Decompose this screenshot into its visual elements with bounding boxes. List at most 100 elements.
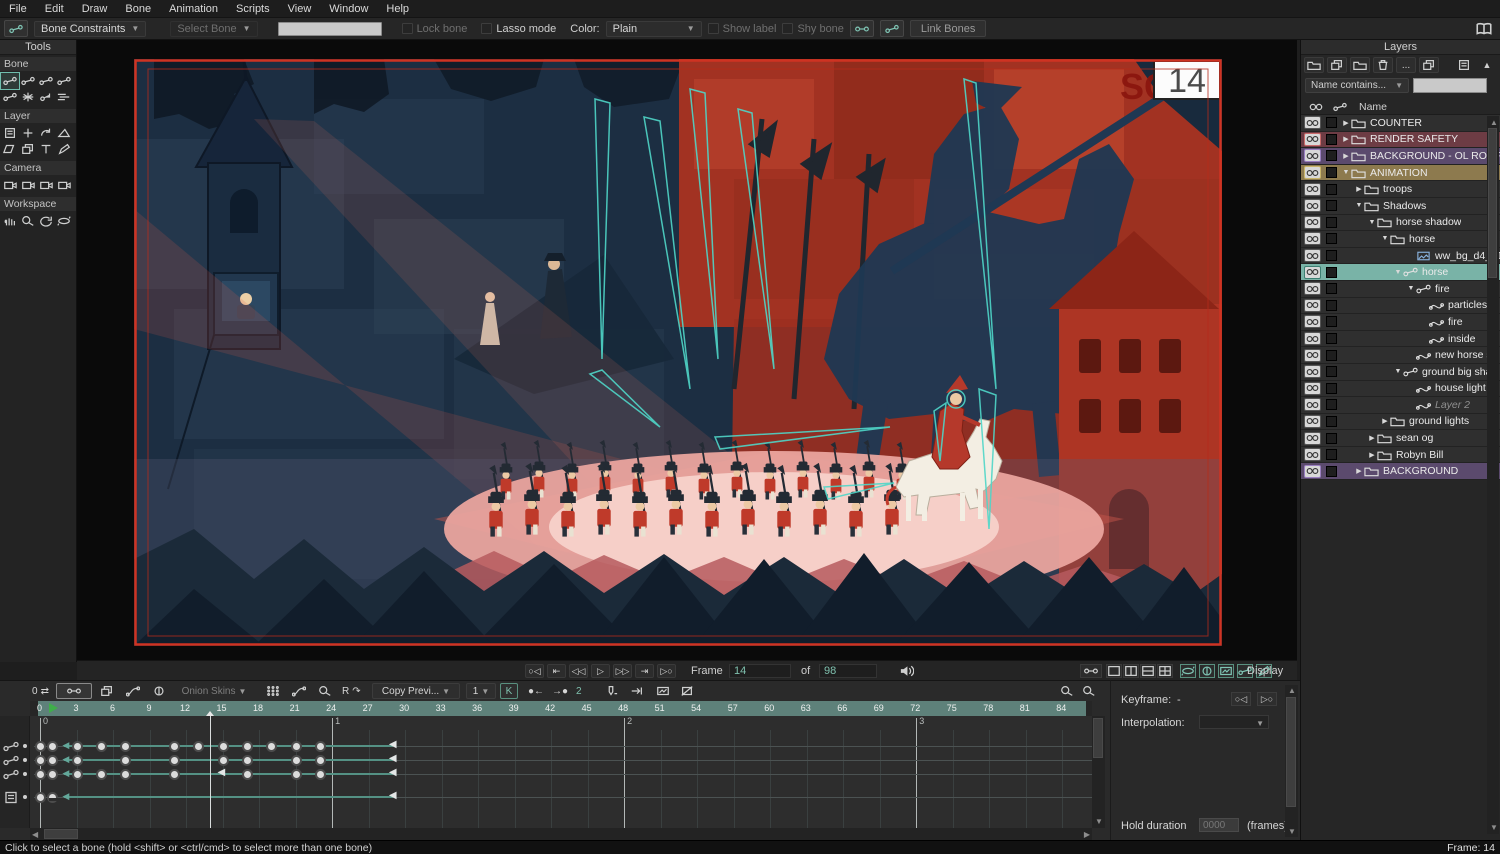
- keyframe-dot[interactable]: [291, 741, 302, 752]
- bone-color-dropdown[interactable]: Plain▼: [606, 21, 702, 37]
- layer-row-animation[interactable]: ▼ANIMATION: [1301, 165, 1500, 182]
- layer-checkbox[interactable]: [1326, 117, 1337, 128]
- visibility-toggle[interactable]: [1304, 166, 1321, 179]
- keyframe-dot[interactable]: [35, 792, 46, 803]
- visibility-toggle[interactable]: [1304, 382, 1321, 395]
- layer-row-house-light[interactable]: house light: [1301, 381, 1500, 398]
- single-view-button[interactable]: [1106, 664, 1122, 678]
- layer-checkbox[interactable]: [1326, 399, 1337, 410]
- step-forward-button[interactable]: ▷▷: [613, 664, 632, 678]
- visibility-toggle[interactable]: [1304, 448, 1321, 461]
- layer-row-robyn-bill[interactable]: ▶Robyn Bill: [1301, 447, 1500, 464]
- go-to-start-button[interactable]: ⇤: [547, 664, 566, 678]
- add-marker-button[interactable]: [600, 683, 622, 699]
- new-group-button[interactable]: [1350, 57, 1370, 73]
- timeline-v-scrollbar[interactable]: ▼: [1092, 716, 1105, 828]
- keypanel-v-scrollbar[interactable]: ▲ ▼: [1285, 685, 1298, 837]
- layer-row-ground-big-shap[interactable]: ▼ground big shap: [1301, 364, 1500, 381]
- track-icon-bone-rotation[interactable]: [3, 754, 19, 767]
- layer-row-shadows[interactable]: ▼Shadows: [1301, 198, 1500, 215]
- timeline-channels-tab[interactable]: [56, 683, 92, 699]
- expand-arrow[interactable]: ▶: [1341, 135, 1351, 143]
- next-key-nav-button[interactable]: ▷○: [1257, 692, 1277, 706]
- keyframe-dot[interactable]: [291, 769, 302, 780]
- go-to-end-button[interactable]: ⇥: [635, 664, 654, 678]
- keyframe-dot[interactable]: [35, 755, 46, 766]
- keyframe-dot[interactable]: [96, 741, 107, 752]
- layer-checkbox[interactable]: [1326, 333, 1337, 344]
- layer-checkbox[interactable]: [1326, 150, 1337, 161]
- key-tool-button[interactable]: [314, 683, 336, 699]
- layer-checkbox[interactable]: [1326, 167, 1337, 178]
- flip-bone-v-button[interactable]: [880, 20, 904, 37]
- timeline-ruler[interactable]: 0369121518212427303336394245485154576063…: [30, 701, 1092, 716]
- layer-row-troops[interactable]: ▶troops: [1301, 181, 1500, 198]
- keyframe-dot[interactable]: [193, 741, 204, 752]
- scroll-left-arrow[interactable]: ◀: [32, 830, 38, 839]
- lasso-mode-checkbox[interactable]: Lasso mode: [481, 23, 556, 35]
- zoom-out-timeline-button[interactable]: [1056, 683, 1078, 699]
- visibility-toggle[interactable]: [1304, 315, 1321, 328]
- span-end-arrow[interactable]: ◀: [389, 753, 397, 764]
- reparent-bone-tool[interactable]: [55, 73, 73, 89]
- bind-layer-tool[interactable]: [1, 89, 19, 105]
- menu-bone[interactable]: Bone: [116, 0, 160, 18]
- visibility-toggle[interactable]: [1304, 299, 1321, 312]
- quad-view-button[interactable]: [1157, 664, 1173, 678]
- reset-frame-zero-button[interactable]: 0⇄: [28, 683, 53, 699]
- layer-row-fire[interactable]: ▼fire: [1301, 281, 1500, 298]
- keyframe-dot[interactable]: [35, 769, 46, 780]
- current-frame-marker[interactable]: [206, 711, 214, 716]
- layer-row-particles[interactable]: particles: [1301, 298, 1500, 315]
- flip-bone-h-button[interactable]: [850, 20, 874, 37]
- expand-arrow[interactable]: ▶: [1341, 119, 1351, 127]
- frame-thumbnail-button[interactable]: [652, 683, 674, 699]
- visibility-toggle[interactable]: [1304, 183, 1321, 196]
- span-end-arrow[interactable]: ◀: [389, 790, 397, 801]
- bone-name-input[interactable]: [278, 22, 382, 36]
- keyframe-tracks[interactable]: 0123◀◀◀◀◀◀◀◀◀: [30, 716, 1092, 828]
- step-back-button[interactable]: ◁◁: [569, 664, 588, 678]
- keyframe-dot[interactable]: [72, 769, 83, 780]
- zoom-workspace-tool[interactable]: [19, 213, 37, 229]
- layer-checkbox[interactable]: [1326, 200, 1337, 211]
- keyframe-dot[interactable]: [218, 755, 229, 766]
- menu-window[interactable]: Window: [320, 0, 377, 18]
- menu-animation[interactable]: Animation: [160, 0, 227, 18]
- playback-start-marker[interactable]: [49, 703, 58, 713]
- disable-drawing-button[interactable]: [676, 683, 698, 699]
- menu-edit[interactable]: Edit: [36, 0, 73, 18]
- jump-to-marker-button[interactable]: [626, 683, 648, 699]
- name-contains-dropdown[interactable]: Name contains...▼: [1305, 78, 1409, 93]
- relative-keys-button[interactable]: R↷: [338, 683, 365, 699]
- expand-arrow[interactable]: ▶: [1354, 185, 1364, 193]
- scroll-down-arrow[interactable]: ▼: [1490, 823, 1498, 832]
- layer-filter-input[interactable]: [1413, 78, 1487, 93]
- scroll-up-arrow[interactable]: ▲: [1288, 686, 1296, 695]
- timeline-motion-graph-tab[interactable]: [122, 683, 144, 699]
- keyframe-dot[interactable]: [169, 755, 180, 766]
- shy-bone-checkbox[interactable]: Shy bone: [782, 23, 843, 35]
- layer-row-background[interactable]: ▶BACKGROUND: [1301, 463, 1500, 480]
- menu-scripts[interactable]: Scripts: [227, 0, 279, 18]
- bind-points-tool[interactable]: [37, 89, 55, 105]
- keyframe-dot[interactable]: [120, 755, 131, 766]
- visibility-toggle[interactable]: [1304, 116, 1321, 129]
- layer-checkbox[interactable]: [1326, 433, 1337, 444]
- headphones-toggle[interactable]: [1180, 664, 1196, 678]
- display-dropdown-label[interactable]: Display: [1247, 665, 1283, 677]
- zoom-camera-tool[interactable]: [19, 177, 37, 193]
- zoom-in-timeline-button[interactable]: [1078, 683, 1100, 699]
- hold-duration-input[interactable]: 0000: [1199, 818, 1239, 832]
- keyframe-dot[interactable]: [47, 769, 58, 780]
- prev-keyframe-button[interactable]: ○◁: [525, 664, 544, 678]
- layer-checkbox[interactable]: [1326, 217, 1337, 228]
- track-icon-bone-scale[interactable]: [3, 768, 19, 781]
- select-bone-dropdown[interactable]: Select Bone▼: [170, 21, 257, 37]
- expand-arrow[interactable]: ▶: [1380, 417, 1390, 425]
- show-label-checkbox[interactable]: Show label: [708, 23, 777, 35]
- playhead-line[interactable]: [210, 716, 211, 828]
- visibility-toggle[interactable]: [1304, 365, 1321, 378]
- hold-keyframe-dot[interactable]: [47, 792, 58, 803]
- layer-checkbox[interactable]: [1326, 449, 1337, 460]
